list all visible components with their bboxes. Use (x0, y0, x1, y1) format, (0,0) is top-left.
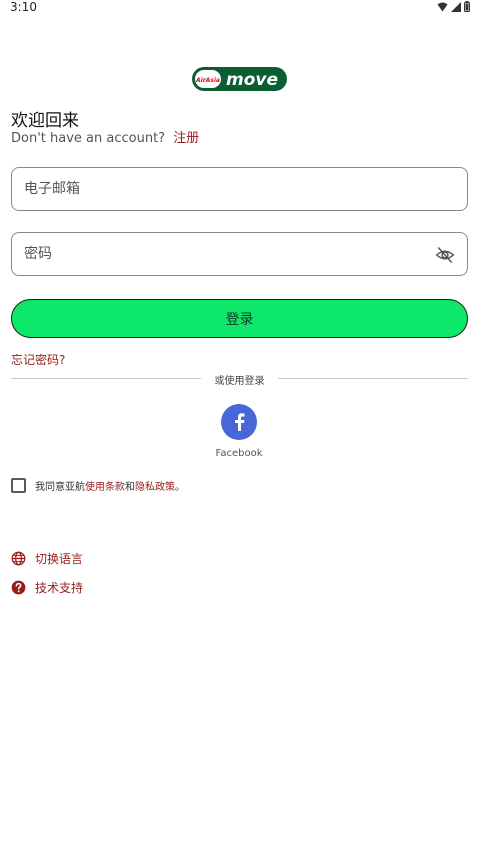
signup-line: Don't have an account? 注册 (11, 127, 199, 146)
status-icons (437, 1, 470, 12)
terms-checkbox[interactable] (11, 477, 26, 493)
switch-language-item[interactable]: 切换语言 (11, 550, 83, 567)
login-button[interactable]: 登录 (11, 299, 468, 338)
terms-and: 和 (125, 481, 135, 493)
status-bar: 3:10 (0, 0, 480, 16)
terms-prefix: 我同意亚航 (35, 481, 85, 493)
facebook-login-button[interactable] (221, 404, 257, 440)
password-input[interactable] (24, 243, 414, 265)
login-button-label: 登录 (225, 311, 254, 328)
airasia-move-logo: AirAsia move (191, 66, 288, 92)
no-account-text: Don't have an account? (11, 131, 166, 146)
globe-icon (11, 551, 26, 566)
signup-link[interactable]: 注册 (173, 131, 199, 146)
terms-suffix: 。 (175, 481, 185, 493)
battery-icon (464, 1, 470, 12)
password-field[interactable] (11, 232, 468, 276)
forgot-password-link[interactable]: 忘记密码? (11, 351, 65, 368)
divider-line-right (278, 378, 468, 379)
terms-of-use-link[interactable]: 使用条款 (85, 482, 125, 493)
svg-text:AirAsia: AirAsia (195, 77, 220, 84)
eye-off-icon[interactable] (435, 245, 455, 265)
privacy-policy-link[interactable]: 隐私政策 (135, 482, 175, 493)
email-field[interactable] (11, 167, 468, 211)
support-item[interactable]: 技术支持 (11, 579, 83, 596)
svg-text:move: move (226, 70, 278, 90)
support-label: 技术支持 (35, 581, 84, 595)
wifi-icon (437, 2, 448, 11)
signal-icon (451, 1, 461, 12)
terms-text: 我同意亚航使用条款和隐私政策。 (35, 478, 185, 493)
divider-text: 或使用登录 (214, 376, 265, 387)
facebook-icon (235, 413, 245, 431)
terms-row: 我同意亚航使用条款和隐私政策。 (11, 476, 185, 494)
status-time: 3:10 (10, 0, 37, 14)
facebook-label: Facebook (215, 448, 263, 459)
email-input[interactable] (24, 178, 414, 200)
switch-language-label: 切换语言 (35, 552, 84, 566)
social-divider: 或使用登录 (11, 371, 468, 387)
help-icon (11, 580, 26, 595)
